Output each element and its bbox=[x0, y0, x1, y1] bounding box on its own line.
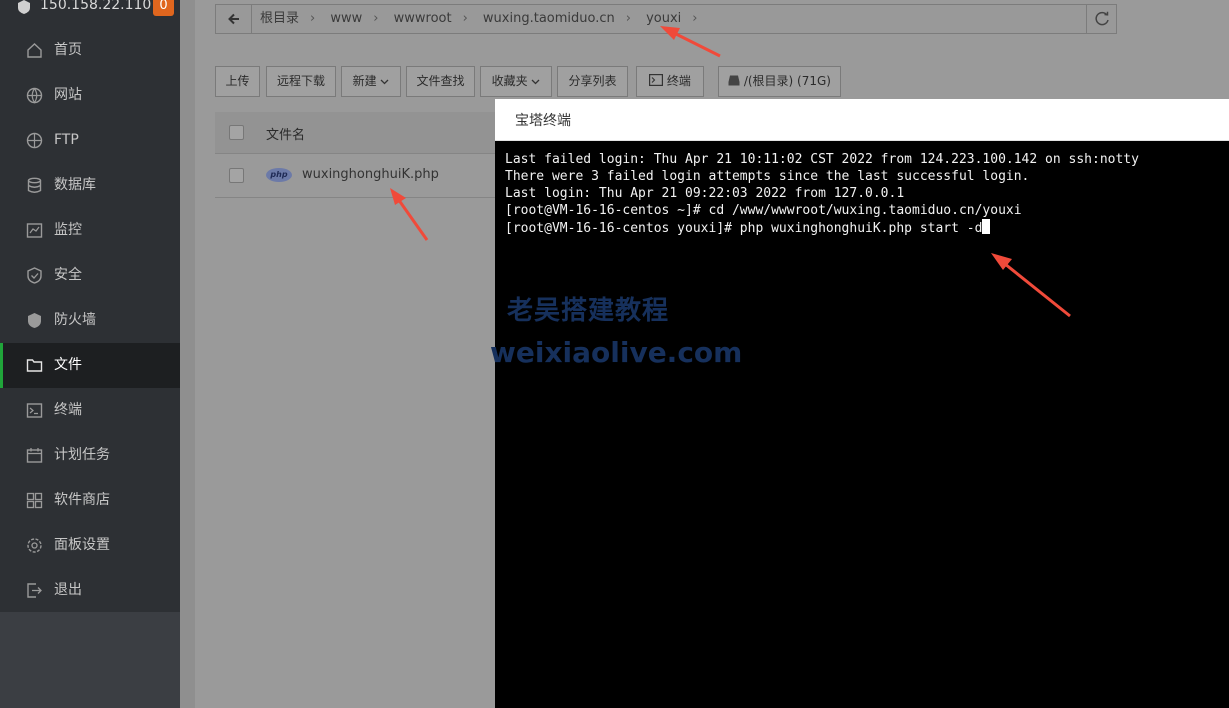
disk-button[interactable]: /(根目录) (71G) bbox=[718, 66, 841, 97]
terminal-output[interactable]: Last failed login: Thu Apr 21 10:11:02 C… bbox=[505, 151, 1229, 237]
refresh-icon bbox=[1095, 11, 1109, 26]
terminal-window[interactable]: 宝塔终端 Last failed login: Thu Apr 21 10:11… bbox=[495, 99, 1229, 708]
remote-download-button[interactable]: 远程下载 bbox=[266, 66, 336, 97]
terminal-button-label: 终端 bbox=[666, 74, 691, 88]
file-search-button[interactable]: 文件查找 bbox=[406, 66, 475, 97]
shield-icon bbox=[27, 267, 42, 284]
terminal-cursor bbox=[982, 219, 991, 234]
chevron-right-icon: › bbox=[625, 11, 631, 26]
terminal-title: 宝塔终端 bbox=[515, 113, 571, 129]
breadcrumb-item[interactable]: www bbox=[330, 9, 362, 29]
sidebar-item-label: 终端 bbox=[54, 402, 82, 418]
select-all-checkbox[interactable] bbox=[229, 125, 244, 140]
favorites-dropdown-button[interactable]: 收藏夹 bbox=[480, 66, 552, 97]
row-checkbox[interactable] bbox=[229, 168, 244, 183]
watermark-text-cn: 老吴搭建教程 bbox=[507, 296, 670, 326]
terminal-title-bar[interactable]: 宝塔终端 bbox=[495, 99, 1229, 141]
alert-badge[interactable]: 0 bbox=[153, 0, 174, 16]
sidebar-item-cron[interactable]: 计划任务 bbox=[0, 433, 180, 478]
sidebar-item-firewall[interactable]: 防火墙 bbox=[0, 298, 180, 343]
table-row[interactable]: php wuxinghonghuiK.php bbox=[215, 154, 495, 198]
globe-icon bbox=[26, 87, 43, 104]
chevron-right-icon: › bbox=[462, 11, 468, 26]
firewall-icon bbox=[28, 313, 41, 328]
refresh-button[interactable] bbox=[1086, 5, 1116, 33]
sidebar-item-security[interactable]: 安全 bbox=[0, 253, 180, 298]
sidebar-item-label: FTP bbox=[54, 132, 79, 148]
column-header-filename[interactable]: 文件名 bbox=[266, 124, 305, 143]
arrow-left-icon bbox=[228, 13, 239, 25]
disk-icon bbox=[728, 75, 740, 86]
watermark-text-en: weixiaolive.com bbox=[490, 336, 743, 369]
file-name[interactable]: wuxinghonghuiK.php bbox=[302, 167, 439, 182]
logout-icon bbox=[27, 583, 42, 598]
sidebar-item-monitor[interactable]: 监控 bbox=[0, 208, 180, 253]
chevron-right-icon: › bbox=[310, 11, 316, 26]
breadcrumb-item[interactable]: 根目录 bbox=[260, 9, 299, 29]
sidebar-item-label: 计划任务 bbox=[54, 447, 110, 463]
sidebar-item-label: 网站 bbox=[54, 87, 82, 103]
terminal-button[interactable]: 终端 bbox=[636, 66, 704, 97]
new-dropdown-button[interactable]: 新建 bbox=[341, 66, 401, 97]
sidebar-item-label: 首页 bbox=[54, 42, 82, 58]
sidebar-item-logout[interactable]: 退出 bbox=[0, 568, 180, 613]
sidebar-item-label: 面板设置 bbox=[54, 537, 110, 553]
terminal-line: Last login: Thu Apr 21 09:22:03 2022 fro… bbox=[505, 186, 905, 201]
gear-icon bbox=[27, 538, 42, 553]
sidebar-item-label: 防火墙 bbox=[54, 312, 96, 328]
home-icon bbox=[27, 43, 42, 58]
sidebar-footer bbox=[0, 612, 180, 708]
terminal-prompt-line[interactable]: [root@VM-16-16-centos youxi]# php wuxing… bbox=[505, 219, 1229, 237]
sidebar-item-label: 监控 bbox=[54, 222, 82, 238]
chevron-down-icon bbox=[531, 79, 540, 85]
sidebar-item-label: 文件 bbox=[54, 357, 82, 373]
sidebar-item-app-store[interactable]: 软件商店 bbox=[0, 478, 180, 523]
sidebar-item-terminal[interactable]: 终端 bbox=[0, 388, 180, 433]
sidebar-item-database[interactable]: 数据库 bbox=[0, 163, 180, 208]
new-label: 新建 bbox=[352, 74, 377, 88]
sidebar-item-panel-settings[interactable]: 面板设置 bbox=[0, 523, 180, 568]
sidebar-item-files[interactable]: 文件 bbox=[0, 343, 180, 388]
sidebar-item-home[interactable]: 首页 bbox=[0, 28, 180, 73]
calendar-icon bbox=[26, 448, 43, 463]
terminal-line: There were 3 failed login attempts since… bbox=[505, 169, 1030, 184]
terminal-icon bbox=[649, 74, 664, 87]
database-icon bbox=[27, 177, 42, 193]
sidebar-item-website[interactable]: 网站 bbox=[0, 73, 180, 118]
breadcrumb-item[interactable]: wuxing.taomiduo.cn bbox=[483, 9, 615, 29]
server-ip: 150.158.22.110 bbox=[40, 0, 152, 13]
chevron-right-icon: › bbox=[692, 11, 698, 26]
file-table-header: 文件名 bbox=[215, 112, 495, 154]
php-file-icon: php bbox=[266, 168, 292, 182]
sidebar-item-label: 软件商店 bbox=[54, 492, 110, 508]
upload-button[interactable]: 上传 bbox=[215, 66, 260, 97]
path-bar[interactable]: 根目录 › www › wwwroot › wuxing.taomiduo.cn › y… bbox=[215, 4, 1117, 34]
server-header: 150.158.22.110 0 bbox=[0, 0, 180, 26]
terminal-line: Last failed login: Thu Apr 21 10:11:02 C… bbox=[505, 152, 1139, 167]
back-button[interactable] bbox=[216, 5, 252, 33]
sidebar-item-label: 数据库 bbox=[54, 177, 96, 193]
folder-icon bbox=[26, 359, 43, 372]
server-shield-icon bbox=[18, 0, 30, 14]
sidebar-item-ftp[interactable]: FTP bbox=[0, 118, 180, 163]
terminal-icon bbox=[26, 403, 43, 418]
breadcrumb-item[interactable]: wwwroot bbox=[394, 9, 452, 29]
share-list-button[interactable]: 分享列表 bbox=[557, 66, 628, 97]
sidebar: 150.158.22.110 0 首页 网站 FTP 数据库 监控 安全 防火墙… bbox=[0, 0, 180, 708]
ftp-icon bbox=[26, 132, 43, 149]
breadcrumb-item[interactable]: youxi bbox=[646, 9, 681, 29]
disk-label: /(根目录) (71G) bbox=[743, 74, 831, 88]
favorites-label: 收藏夹 bbox=[491, 74, 528, 88]
terminal-line: [root@VM-16-16-centos ~]# cd /www/wwwroo… bbox=[505, 203, 1022, 218]
chevron-right-icon: › bbox=[373, 11, 379, 26]
terminal-command: [root@VM-16-16-centos youxi]# php wuxing… bbox=[505, 221, 983, 236]
apps-grid-icon bbox=[26, 492, 43, 509]
sidebar-item-label: 安全 bbox=[54, 267, 82, 283]
monitor-icon bbox=[26, 223, 43, 238]
sidebar-item-label: 退出 bbox=[54, 582, 82, 598]
chevron-down-icon bbox=[380, 79, 389, 85]
breadcrumb: 根目录 › www › wwwroot › wuxing.taomiduo.cn › y… bbox=[260, 9, 709, 29]
